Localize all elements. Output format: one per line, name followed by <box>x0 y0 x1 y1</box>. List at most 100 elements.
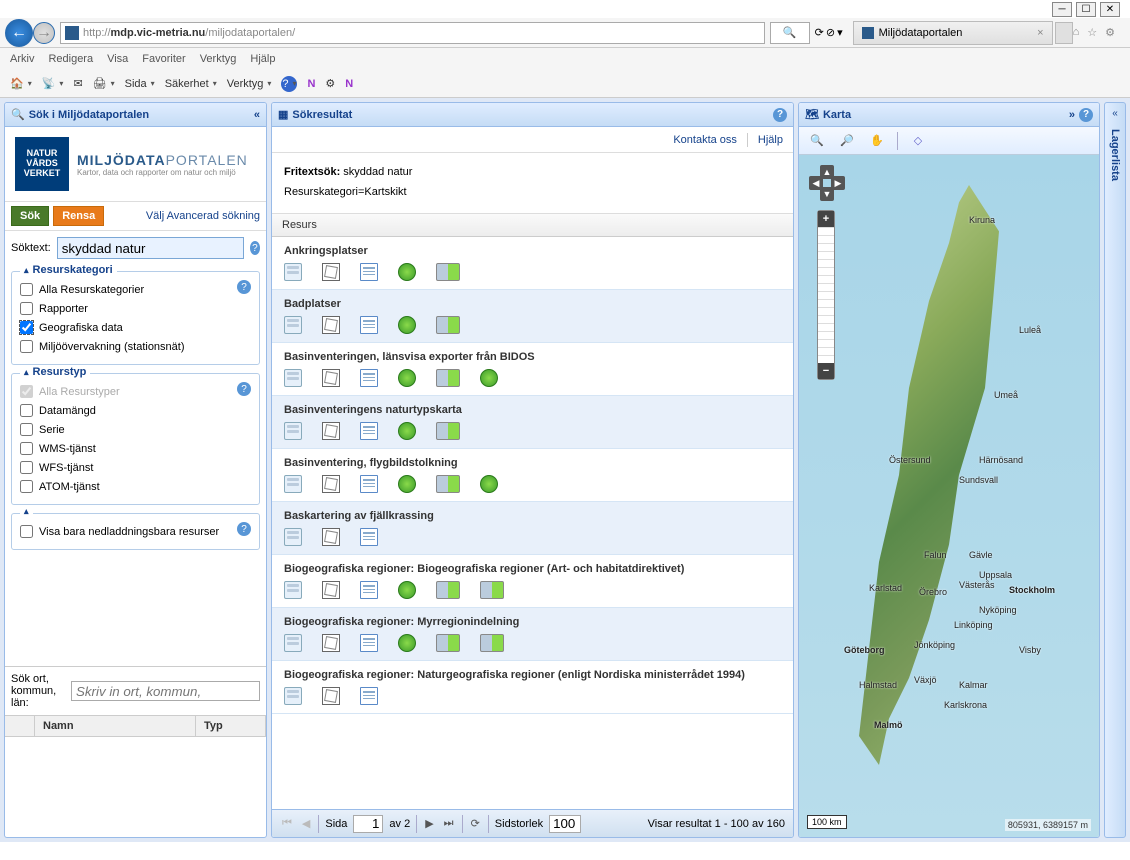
type-checkbox[interactable] <box>20 385 33 398</box>
menu-arkiv[interactable]: Arkiv <box>10 53 34 65</box>
result-item[interactable]: Biogeografiska regioner: Naturgeografisk… <box>272 661 793 714</box>
collapse-icon[interactable]: ▴ <box>24 506 29 517</box>
collapse-left-icon[interactable]: « <box>254 109 260 121</box>
result-item[interactable]: Basinventeringen, länsvisa exporter från… <box>272 343 793 396</box>
result-item[interactable]: Baskartering av fjällkrassing <box>272 502 793 555</box>
page-input[interactable] <box>353 815 383 833</box>
db-icon[interactable] <box>284 316 302 334</box>
tb-gear-icon[interactable]: ⚙ <box>325 77 335 90</box>
refresh-page-button[interactable]: ⟳ <box>469 817 482 830</box>
prev-page-button[interactable]: ◀ <box>300 817 312 830</box>
doc-icon[interactable] <box>360 687 378 705</box>
tb-help-icon[interactable]: ? <box>281 76 297 92</box>
window-close[interactable]: ✕ <box>1100 2 1120 17</box>
db-icon[interactable] <box>284 581 302 599</box>
doc-icon[interactable] <box>360 581 378 599</box>
poly-icon[interactable] <box>322 475 340 493</box>
kontakt-link[interactable]: Kontakta oss <box>673 134 737 146</box>
home-icon[interactable]: ⌂ <box>1073 26 1080 39</box>
search-button[interactable]: 🔍 <box>770 22 810 44</box>
tb-n1-icon[interactable]: N <box>307 78 315 90</box>
globe-icon[interactable] <box>398 263 416 281</box>
page-size-input[interactable] <box>549 815 581 833</box>
window-maximize[interactable]: ☐ <box>1076 2 1096 17</box>
ort-input[interactable] <box>71 681 260 701</box>
next-page-button[interactable]: ▶ <box>423 817 435 830</box>
result-item[interactable]: Biogeografiska regioner: Biogeografiska … <box>272 555 793 608</box>
soktext-input[interactable] <box>57 237 244 259</box>
tb-print-icon[interactable]: 🖨 <box>93 77 115 90</box>
cat-checkbox[interactable] <box>20 302 33 315</box>
menu-favoriter[interactable]: Favoriter <box>142 53 185 65</box>
dbwms-icon[interactable] <box>480 581 504 599</box>
tab-close-icon[interactable]: × <box>1037 27 1043 39</box>
db-icon[interactable] <box>284 634 302 652</box>
poly-icon[interactable] <box>322 634 340 652</box>
tb-sida[interactable]: Sida <box>125 78 155 90</box>
type-checkbox[interactable] <box>20 461 33 474</box>
poly-icon[interactable] <box>322 687 340 705</box>
globe-icon[interactable] <box>398 369 416 387</box>
doc-icon[interactable] <box>360 634 378 652</box>
menu-redigera[interactable]: Redigera <box>48 53 93 65</box>
cat-checkbox[interactable] <box>20 283 33 296</box>
back-button[interactable]: ← <box>5 19 33 47</box>
dropdown-icon[interactable]: ▾ <box>837 26 843 39</box>
db-icon[interactable] <box>284 528 302 546</box>
pan-east-button[interactable]: ▶ <box>831 176 845 190</box>
expand-icon[interactable]: « <box>1112 108 1118 119</box>
type-checkbox[interactable] <box>20 442 33 455</box>
poly-icon[interactable] <box>322 316 340 334</box>
tb-verktyg[interactable]: Verktyg <box>227 78 272 90</box>
result-item[interactable]: Basinventering, flygbildstolkning <box>272 449 793 502</box>
browser-tab[interactable]: Miljödataportalen × <box>853 21 1053 45</box>
cat-checkbox[interactable] <box>20 321 33 334</box>
settings-icon[interactable]: ⚙ <box>1105 26 1115 39</box>
db-icon[interactable] <box>284 263 302 281</box>
dl-only-checkbox[interactable] <box>20 525 33 538</box>
cat-help-icon[interactable]: ? <box>237 280 251 294</box>
dbwms-icon[interactable] <box>436 634 460 652</box>
zoom-slider[interactable]: + − <box>817 210 835 380</box>
rensa-button[interactable]: Rensa <box>53 206 104 226</box>
sok-button[interactable]: Sök <box>11 206 49 226</box>
advanced-search-link[interactable]: Välj Avancerad sökning <box>146 210 260 222</box>
zoom-minus-button[interactable]: − <box>818 363 834 379</box>
result-item[interactable]: Basinventeringens naturtypskarta <box>272 396 793 449</box>
stop-button[interactable]: ⊘ <box>826 26 835 39</box>
db-icon[interactable] <box>284 687 302 705</box>
url-input[interactable]: http://mdp.vic-metria.nu/miljodataportal… <box>60 22 765 44</box>
dbwms-icon[interactable] <box>436 263 460 281</box>
poly-icon[interactable] <box>322 422 340 440</box>
db-icon[interactable] <box>284 475 302 493</box>
menu-verktyg[interactable]: Verktyg <box>200 53 237 65</box>
zoom-in-icon[interactable]: 🔍 <box>807 131 827 151</box>
dbwms-icon[interactable] <box>436 581 460 599</box>
tb-rss-icon[interactable]: 📡 <box>42 77 64 90</box>
collapse-icon[interactable]: ▴ <box>24 265 29 276</box>
menu-hjalp[interactable]: Hjälp <box>250 53 275 65</box>
soktext-help-icon[interactable]: ? <box>250 241 260 255</box>
tb-home-icon[interactable]: 🏠 <box>10 77 32 90</box>
doc-icon[interactable] <box>360 263 378 281</box>
layer-list-collapsed[interactable]: « Lagerlista <box>1104 102 1126 838</box>
globe-icon[interactable] <box>480 369 498 387</box>
new-tab-button[interactable] <box>1055 22 1073 44</box>
dbwms-icon[interactable] <box>480 634 504 652</box>
dbwms-icon[interactable] <box>436 369 460 387</box>
poly-icon[interactable] <box>322 581 340 599</box>
dl-help-icon[interactable]: ? <box>237 522 251 536</box>
collapse-icon[interactable]: ▴ <box>24 367 29 378</box>
doc-icon[interactable] <box>360 369 378 387</box>
poly-icon[interactable] <box>322 528 340 546</box>
resurs-column-header[interactable]: Resurs <box>272 214 793 237</box>
globe-icon[interactable] <box>480 475 498 493</box>
globe-icon[interactable] <box>398 634 416 652</box>
result-item[interactable]: Biogeografiska regioner: Myrregionindeln… <box>272 608 793 661</box>
cat-checkbox[interactable] <box>20 340 33 353</box>
db-icon[interactable] <box>284 422 302 440</box>
select-icon[interactable]: ◇ <box>908 131 928 151</box>
type-checkbox[interactable] <box>20 480 33 493</box>
dbwms-icon[interactable] <box>436 422 460 440</box>
tb-n2-icon[interactable]: N <box>345 78 353 90</box>
